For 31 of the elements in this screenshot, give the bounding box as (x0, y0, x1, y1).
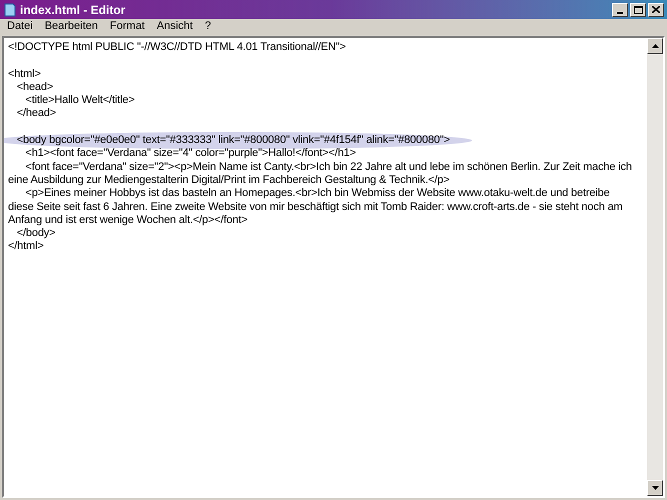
code-line: <p>Eines meiner Hobbys ist das basteln an Homepages.<br>Ich bin Webmiss der Website www.otaku-welt.de und betreibe (24, 187, 610, 200)
code-line: <head> (16, 80, 54, 93)
code-line: </body> (16, 227, 56, 240)
code-line: diese Seite seit fast 6 Jahren. Eine zweite Website von mir beschäftigt sich mit Tomb Raider: www.croft-arts.de - sie steht noch am (8, 200, 623, 213)
menu-item[interactable]: Ansicht (150, 18, 199, 35)
code-line: Anfang und ist erst wenige Wochen alt.</p></font> (8, 214, 248, 226)
close-icon (652, 6, 660, 13)
scroll-up-button[interactable] (647, 38, 663, 54)
notepad-icon (3, 2, 16, 16)
code-line: <html> (8, 68, 41, 80)
close-button[interactable] (648, 2, 664, 16)
editor-area[interactable] (2, 36, 665, 498)
code-line: </head> (16, 107, 56, 120)
minimize-button[interactable] (612, 2, 628, 16)
menu-item[interactable]: Bearbeiten (38, 18, 104, 35)
code-line: <!DOCTYPE html PUBLIC "-//W3C//DTD HTML 4.01 Transitional//EN"> (8, 41, 346, 53)
code-line: <h1><font face="Verdana" size="4" color="purple">Hallo!</font></h1> (24, 147, 356, 160)
code-line: eine Ausbildung zur Mediengestalterin Digital/Print im Fachbereich Gestaltung & Technik.</p> (8, 174, 450, 186)
scrollbar[interactable] (647, 38, 663, 496)
window-title: index.html - Editor (20, 2, 126, 18)
menu-item[interactable]: Format (104, 18, 151, 35)
menu-item[interactable]: ? (198, 18, 217, 35)
code-line: <body bgcolor="#e0e0e0" text="#333333" link="#800080" vlink="#4f154f" alink="#800080"> (16, 134, 450, 146)
down-arrow-icon (652, 486, 658, 490)
scroll-down-button[interactable] (647, 480, 663, 496)
menu-item[interactable]: Datei (1, 18, 39, 35)
code-line: </html> (8, 240, 44, 252)
code-line: <font face="Verdana" size="2"><p>Mein Name ist Canty.<br>Ich bin 22 Jahre alt und lebe im schönen Berlin. Zur Zeit mache ich (24, 160, 632, 173)
up-arrow-icon (652, 44, 658, 48)
maximize-button[interactable] (630, 2, 646, 16)
code-line: <title>Hallo Welt</title> (24, 94, 135, 106)
